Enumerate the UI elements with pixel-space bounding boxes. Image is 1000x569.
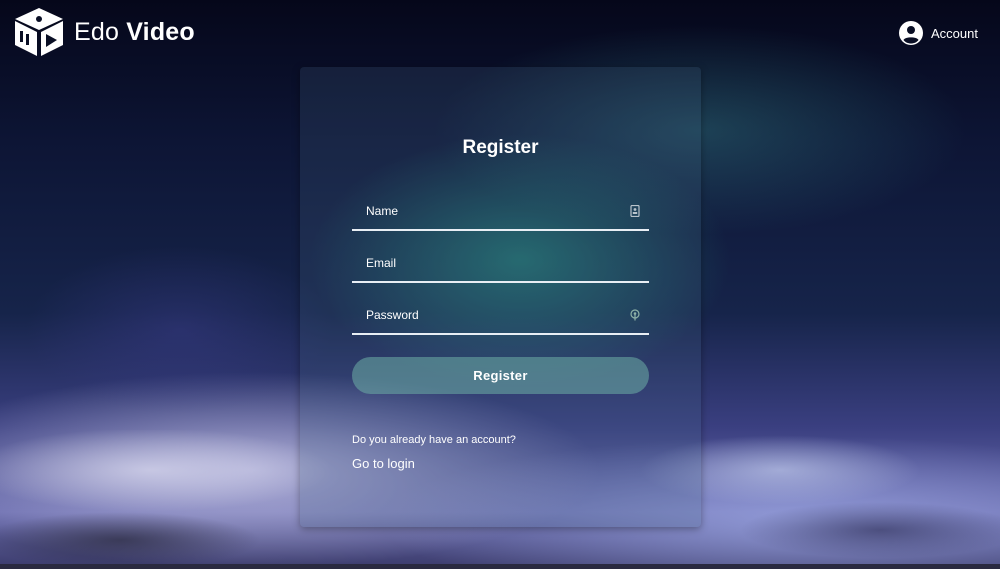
- password-input[interactable]: [352, 297, 649, 333]
- brand-logo[interactable]: Edo Video: [12, 6, 195, 58]
- account-button[interactable]: Account: [899, 21, 978, 45]
- form-title: Register: [462, 137, 539, 158]
- contact-card-icon: [630, 205, 640, 217]
- brand-name-bold: Video: [126, 17, 195, 46]
- brand-name: Edo Video: [74, 18, 195, 47]
- brand-name-light: Edo: [74, 17, 120, 46]
- name-input[interactable]: [352, 193, 649, 229]
- name-field: [352, 193, 649, 231]
- account-circle-icon: [899, 21, 924, 45]
- email-input[interactable]: [352, 245, 649, 281]
- bottom-edge: [0, 564, 1000, 569]
- login-question: Do you already have an account?: [352, 434, 516, 446]
- key-icon: [630, 309, 640, 321]
- password-field: [352, 297, 649, 335]
- register-button[interactable]: Register: [352, 357, 649, 394]
- email-field: [352, 245, 649, 283]
- register-card: Register Register Do you already have an…: [300, 67, 701, 527]
- cube-logo-icon: [15, 8, 63, 56]
- go-to-login-link[interactable]: Go to login: [352, 456, 415, 471]
- account-label: Account: [931, 25, 978, 41]
